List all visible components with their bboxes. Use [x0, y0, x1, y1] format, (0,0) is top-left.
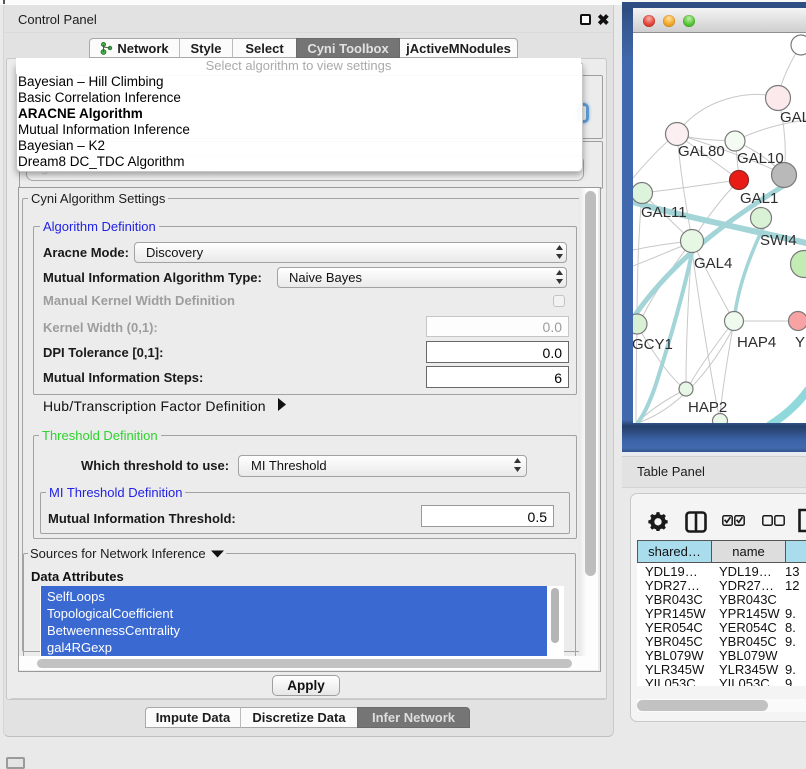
svg-text:GAL: GAL — [780, 109, 806, 126]
svg-text:GAL80: GAL80 — [678, 143, 725, 160]
svg-text:HAP4: HAP4 — [737, 334, 776, 351]
svg-text:HAP2: HAP2 — [688, 399, 727, 416]
svg-text:SWI4: SWI4 — [760, 232, 797, 249]
svg-text:Y: Y — [795, 334, 805, 351]
svg-text:GAL1: GAL1 — [740, 190, 778, 207]
svg-text:GAL4: GAL4 — [694, 255, 732, 272]
svg-text:GAL11: GAL11 — [641, 204, 687, 221]
svg-text:GCY1: GCY1 — [633, 336, 673, 353]
svg-text:GAL10: GAL10 — [737, 150, 784, 167]
